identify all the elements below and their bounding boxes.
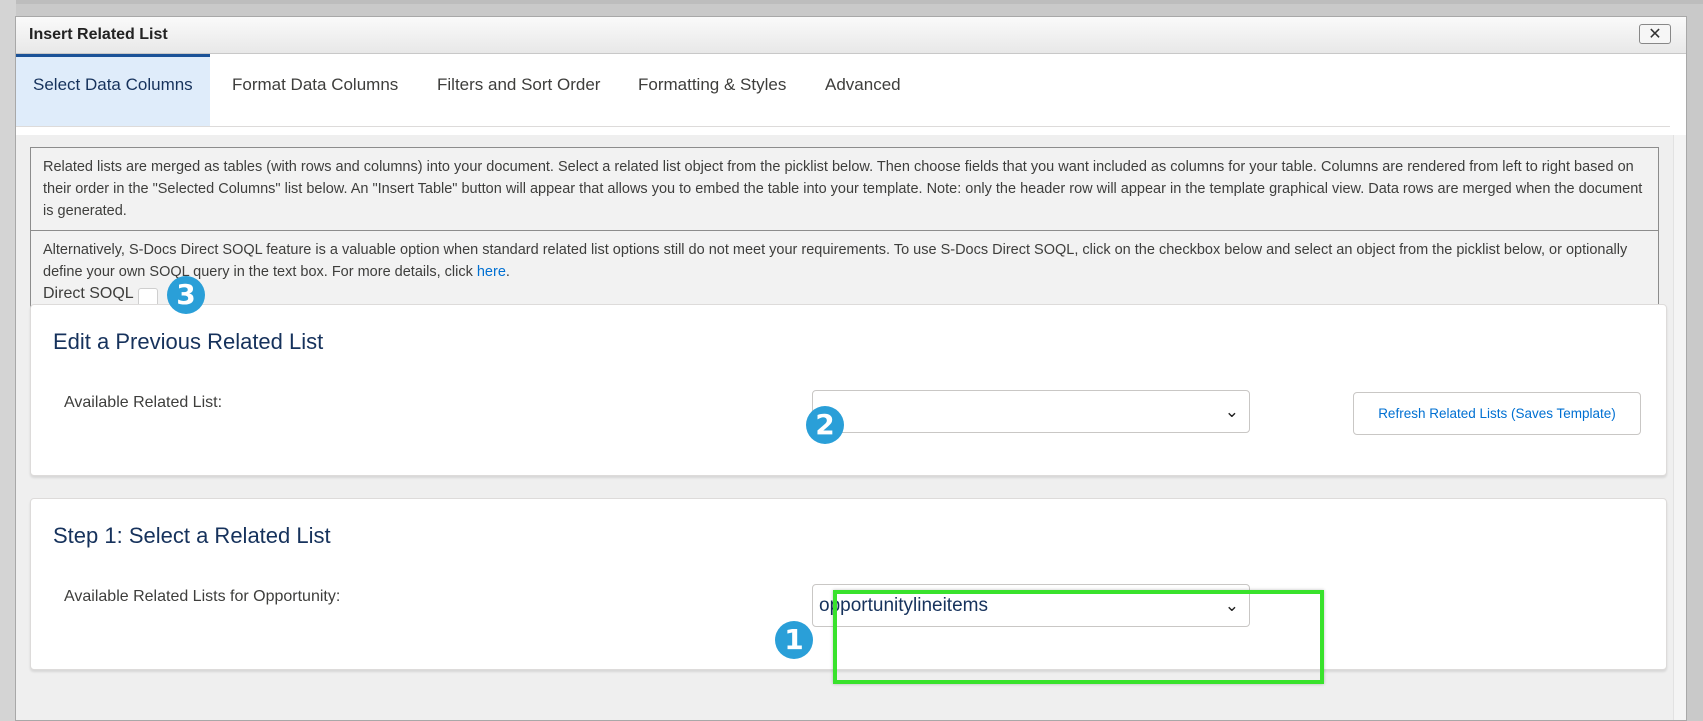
available-related-list-label: Available Related List:	[64, 394, 223, 411]
backdrop-left	[0, 0, 16, 721]
link-suffix: .	[505, 264, 510, 280]
direct-soql-text: Alternatively, S-Docs Direct SOQL featur…	[31, 231, 1658, 285]
direct-soql-description: Alternatively, S-Docs Direct SOQL featur…	[43, 242, 1628, 280]
edit-previous-card: Edit a Previous Related List Available R…	[30, 304, 1667, 476]
close-button[interactable]: ✕	[1639, 24, 1671, 44]
highlight-annotation	[833, 590, 1324, 684]
tab-bar: Select Data Columns Format Data Columns …	[16, 54, 1670, 127]
direct-soql-label: Direct SOQL	[43, 285, 134, 302]
step-badge-3: 3	[167, 276, 205, 314]
step-badge-1: 1	[775, 621, 813, 659]
close-icon: ✕	[1648, 26, 1662, 43]
dialog-titlebar: Insert Related List ✕	[16, 17, 1686, 54]
refresh-related-lists-button[interactable]: Refresh Related Lists (Saves Template)	[1353, 392, 1641, 435]
scrollbar[interactable]	[1673, 135, 1686, 720]
tab-formatting-and-styles[interactable]: Formatting & Styles	[638, 54, 786, 126]
tab-format-data-columns[interactable]: Format Data Columns	[232, 54, 398, 126]
details-link[interactable]: here	[477, 264, 506, 280]
available-related-lists-label: Available Related Lists for Opportunity:	[64, 588, 341, 605]
instructions-box: Related lists are merged as tables (with…	[30, 147, 1659, 312]
chevron-down-icon: ⌄	[1224, 402, 1239, 421]
available-related-list-select[interactable]: ⌄	[812, 390, 1250, 433]
tab-filters-and-sort-order[interactable]: Filters and Sort Order	[437, 54, 600, 126]
dialog-title: Insert Related List	[29, 26, 168, 43]
edit-previous-title: Edit a Previous Related List	[53, 329, 324, 354]
tab-advanced[interactable]: Advanced	[825, 54, 901, 126]
step1-title: Step 1: Select a Related List	[53, 523, 331, 548]
tab-select-data-columns[interactable]: Select Data Columns	[16, 54, 210, 126]
backdrop	[0, 0, 1703, 4]
instructions-text: Related lists are merged as tables (with…	[43, 159, 1643, 219]
step-badge-2: 2	[806, 406, 844, 444]
